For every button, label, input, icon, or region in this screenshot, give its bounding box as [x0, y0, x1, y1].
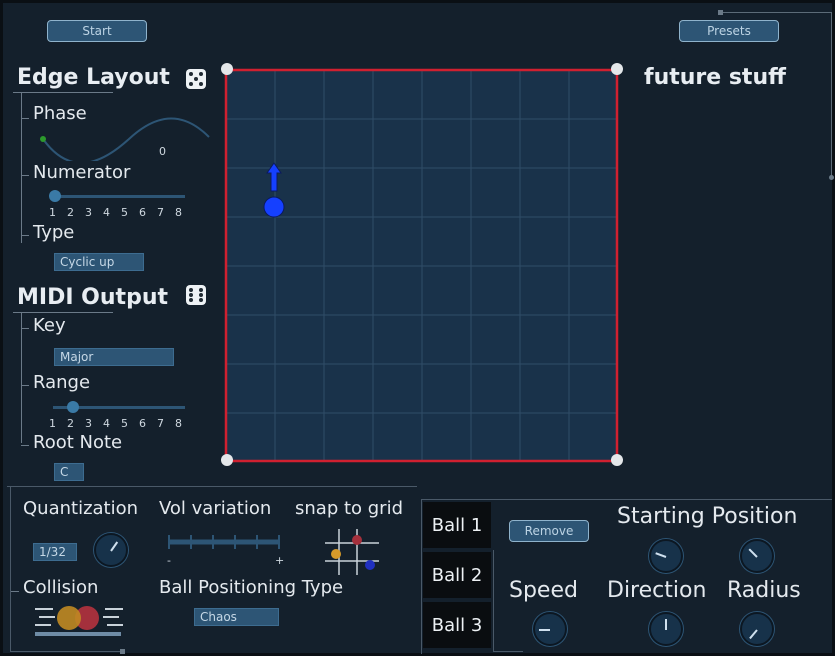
- collision-label: Collision: [23, 577, 99, 598]
- ball-grid-canvas[interactable]: [219, 63, 625, 469]
- connector-node: [718, 10, 723, 15]
- grid-corner-handle[interactable]: [221, 454, 233, 466]
- tree-branch: [11, 591, 19, 592]
- speed-label: Speed: [509, 578, 578, 603]
- slider-tick-label: 4: [103, 206, 110, 219]
- slider-tick-label: 2: [67, 206, 74, 219]
- slider-tick-label: 4: [103, 417, 110, 430]
- tree-branch: [21, 235, 29, 236]
- slider-tick-label: 3: [85, 206, 92, 219]
- title-underline: [13, 312, 113, 313]
- slider-tick-label: 1: [49, 417, 56, 430]
- phase-value: 0: [159, 145, 166, 158]
- numerator-slider-thumb[interactable]: [49, 190, 61, 202]
- root-note-select[interactable]: C: [54, 463, 84, 481]
- slider-tick-label: 6: [139, 417, 146, 430]
- range-tick-labels: 12345678: [49, 417, 189, 431]
- slider-tick-label: 1: [49, 206, 56, 219]
- grid-corner-handle[interactable]: [611, 454, 623, 466]
- range-label: Range: [33, 372, 91, 393]
- tab-ball-3[interactable]: Ball 3: [423, 602, 491, 648]
- connector-node: [120, 649, 125, 654]
- edge-layout-title: Edge Layout: [17, 65, 170, 90]
- ball-1[interactable]: [261, 161, 287, 219]
- tab-divider: [493, 550, 494, 651]
- bottom-tree-line: [10, 486, 11, 651]
- tree-branch: [21, 118, 29, 119]
- direction-knob[interactable]: [649, 612, 683, 646]
- numerator-tick-labels: 12345678: [49, 206, 189, 220]
- slider-tick-label: 8: [175, 417, 182, 430]
- randomize-midi-dice-icon[interactable]: [186, 285, 206, 305]
- tab-ball-1[interactable]: Ball 1: [423, 502, 491, 548]
- quantization-select[interactable]: 1/32: [33, 543, 77, 561]
- quantization-label: Quantization: [23, 498, 139, 519]
- ball-positioning-select[interactable]: Chaos: [194, 608, 279, 626]
- grid-corner-handle[interactable]: [221, 63, 233, 75]
- slider-tick-label: 3: [85, 417, 92, 430]
- starting-position-label: Starting Position: [617, 504, 798, 529]
- vol-max-label: +: [275, 554, 285, 567]
- type-label: Type: [33, 222, 75, 243]
- vol-variation-slider[interactable]: [165, 530, 283, 556]
- direction-label: Direction: [607, 578, 707, 603]
- numerator-label: Numerator: [33, 162, 131, 183]
- collision-icon[interactable]: [33, 603, 125, 639]
- start-button[interactable]: Start: [47, 20, 147, 42]
- radius-knob[interactable]: [740, 612, 774, 646]
- slider-tick-label: 6: [139, 206, 146, 219]
- tab-divider: [493, 651, 523, 652]
- key-label: Key: [33, 315, 66, 336]
- app-window: Start Presets Edge Layout Phase 0 Numera…: [0, 0, 835, 656]
- midi-tree-line: [21, 313, 22, 443]
- snap-to-grid-icon[interactable]: [323, 527, 381, 577]
- randomize-edge-dice-icon[interactable]: [186, 69, 206, 89]
- ball-positioning-label: Ball Positioning Type: [159, 577, 344, 598]
- slider-tick-label: 2: [67, 417, 74, 430]
- root-note-label: Root Note: [33, 432, 123, 453]
- connector-node: [829, 175, 834, 180]
- presets-connector-line: [721, 12, 832, 179]
- tab-ball-2[interactable]: Ball 2: [423, 552, 491, 598]
- grid-corner-handle[interactable]: [611, 63, 623, 75]
- type-select[interactable]: Cyclic up: [54, 253, 144, 271]
- tree-branch: [21, 445, 29, 446]
- bottom-tree-line: [10, 651, 122, 652]
- snap-to-grid-label: snap to grid: [295, 498, 404, 519]
- vol-variation-label: Vol variation: [159, 498, 272, 519]
- title-underline: [13, 92, 113, 93]
- bottom-divider: [7, 486, 417, 487]
- tree-branch: [21, 175, 29, 176]
- slider-tick-label: 5: [121, 417, 128, 430]
- slider-tick-label: 7: [157, 206, 164, 219]
- radius-label: Radius: [727, 578, 801, 603]
- quantization-knob[interactable]: [94, 533, 128, 567]
- phase-waveform[interactable]: [37, 115, 213, 161]
- edge-tree-line: [21, 93, 22, 243]
- vol-min-label: -: [167, 554, 171, 567]
- speed-knob[interactable]: [533, 612, 567, 646]
- starting-position-x-knob[interactable]: [649, 539, 683, 573]
- key-select[interactable]: Major: [54, 348, 174, 366]
- slider-tick-label: 7: [157, 417, 164, 430]
- slider-tick-label: 5: [121, 206, 128, 219]
- tree-branch: [21, 328, 29, 329]
- range-slider-thumb[interactable]: [67, 401, 79, 413]
- future-stuff-title: future stuff: [644, 65, 786, 90]
- numerator-slider-track[interactable]: [53, 195, 185, 198]
- remove-ball-button[interactable]: Remove: [509, 520, 589, 542]
- slider-tick-label: 8: [175, 206, 182, 219]
- starting-position-y-knob[interactable]: [740, 539, 774, 573]
- tree-branch: [21, 385, 29, 386]
- midi-output-title: MIDI Output: [17, 285, 168, 310]
